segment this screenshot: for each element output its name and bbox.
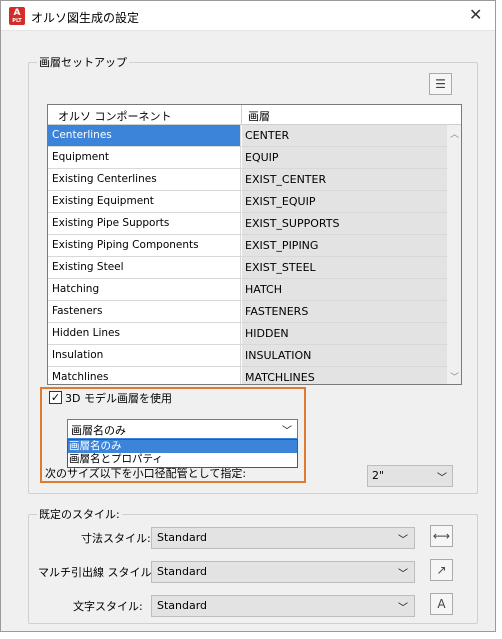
layer-mode-select[interactable]: 画層名のみ ﹀ (67, 419, 298, 439)
layer-value: HIDDEN (245, 327, 289, 340)
table-row[interactable]: Existing SteelEXIST_STEEL﹀ (48, 257, 447, 279)
use-3d-layer-label: 3D モデル画層を使用 (65, 392, 172, 405)
layer-value: INSULATION (245, 349, 312, 362)
table-row[interactable]: InsulationINSULATION﹀ (48, 345, 447, 367)
table-row[interactable]: Existing CenterlinesEXIST_CENTER﹀ (48, 169, 447, 191)
layer-select[interactable]: INSULATION﹀ (242, 345, 447, 366)
layer-value: EQUIP (245, 151, 279, 164)
text-style-icon[interactable]: A (430, 593, 453, 615)
table-row[interactable]: EquipmentEQUIP﹀ (48, 147, 447, 169)
component-cell[interactable]: Existing Centerlines (48, 169, 241, 190)
component-cell[interactable]: Matchlines (48, 367, 241, 384)
table-header: オルソ コンポーネント 画層 (48, 105, 461, 125)
table-row[interactable]: Existing Pipe SupportsEXIST_SUPPORTS﹀ (48, 213, 447, 235)
layer-select[interactable]: MATCHLINES﹀ (242, 367, 447, 384)
mleader-style-select[interactable]: Standard ﹀ (151, 561, 415, 583)
layer-value: FASTENERS (245, 305, 309, 318)
scroll-up-icon[interactable]: ︿ (450, 127, 459, 140)
layer-mode-dropdown-list: 画層名のみ 画層名とプロパティ (67, 439, 298, 468)
mleader-style-label: マルチ引出線 スタイル: (38, 566, 156, 579)
component-cell[interactable]: Existing Pipe Supports (48, 213, 241, 234)
component-layer-table: オルソ コンポーネント 画層 CenterlinesCENTER﹀Equipme… (47, 104, 462, 385)
table-row[interactable]: Existing Piping ComponentsEXIST_PIPING﹀ (48, 235, 447, 257)
small-pipe-size-value: 2" (372, 469, 385, 482)
layer-select[interactable]: EXIST_STEEL﹀ (242, 257, 447, 278)
text-style-select[interactable]: Standard ﹀ (151, 595, 415, 617)
text-style-value: Standard (157, 599, 208, 612)
component-cell[interactable]: Equipment (48, 147, 241, 168)
component-cell[interactable]: Centerlines (48, 125, 241, 146)
component-cell[interactable]: Hatching (48, 279, 241, 300)
dimension-style-icon[interactable]: ⟷ (430, 525, 453, 547)
layer-select[interactable]: EXIST_CENTER﹀ (242, 169, 447, 190)
table-scrollbar[interactable]: ︿ ﹀ (447, 125, 461, 384)
close-icon[interactable]: ✕ (469, 5, 482, 24)
text-style-label: 文字スタイル: (73, 600, 143, 613)
column-header-component[interactable]: オルソ コンポーネント (58, 108, 172, 124)
chevron-down-icon: ﹀ (398, 569, 408, 580)
chevron-down-icon: ﹀ (398, 603, 408, 614)
layer-mode-option[interactable]: 画層名とプロパティ (68, 453, 297, 466)
layer-properties-icon[interactable]: ☰ (429, 73, 452, 95)
layer-value: HATCH (245, 283, 282, 296)
component-cell[interactable]: Existing Equipment (48, 191, 241, 212)
layer-select[interactable]: FASTENERS﹀ (242, 301, 447, 322)
table-row[interactable]: FastenersFASTENERS﹀ (48, 301, 447, 323)
use-3d-layer-checkbox[interactable]: ✓ (49, 391, 62, 404)
layer-select[interactable]: EXIST_PIPING﹀ (242, 235, 447, 256)
component-cell[interactable]: Existing Steel (48, 257, 241, 278)
layer-value: CENTER (245, 129, 290, 142)
layer-select[interactable]: EXIST_SUPPORTS﹀ (242, 213, 447, 234)
mleader-style-icon[interactable]: ↗ (430, 559, 453, 581)
layer-select[interactable]: EQUIP﹀ (242, 147, 447, 168)
table-row[interactable]: HatchingHATCH﹀ (48, 279, 447, 301)
layer-value: EXIST_STEEL (245, 261, 316, 274)
layer-select[interactable]: CENTER﹀ (242, 125, 447, 146)
layer-value: MATCHLINES (245, 371, 315, 384)
layer-value: EXIST_CENTER (245, 173, 327, 186)
mleader-style-value: Standard (157, 565, 208, 578)
layer-select[interactable]: HIDDEN﹀ (242, 323, 447, 344)
layer-mode-value: 画層名のみ (71, 424, 126, 437)
table-row[interactable]: Hidden LinesHIDDEN﹀ (48, 323, 447, 345)
dimension-style-value: Standard (157, 531, 208, 544)
layer-select[interactable]: EXIST_EQUIP﹀ (242, 191, 447, 212)
dimension-style-label: 寸法スタイル: (81, 532, 151, 545)
chevron-down-icon: ﹀ (398, 535, 408, 546)
table-row[interactable]: MatchlinesMATCHLINES﹀ (48, 367, 447, 384)
component-cell[interactable]: Insulation (48, 345, 241, 366)
chevron-down-icon: ﹀ (282, 426, 292, 437)
settings-dialog: A PLT オルソ図生成の設定 ✕ 画層セットアップ ☰ オルソ コンポーネント … (0, 0, 496, 632)
title-bar: A PLT オルソ図生成の設定 ✕ (1, 1, 495, 31)
dialog-title: オルソ図生成の設定 (31, 11, 140, 25)
component-cell[interactable]: Existing Piping Components (48, 235, 241, 256)
layer-value: EXIST_PIPING (245, 239, 319, 252)
dimension-style-select[interactable]: Standard ﹀ (151, 527, 415, 549)
default-styles-label: 既定のスタイル: (37, 506, 122, 522)
component-cell[interactable]: Fasteners (48, 301, 241, 322)
layer-mode-option[interactable]: 画層名のみ (68, 440, 297, 453)
layer-value: EXIST_EQUIP (245, 195, 316, 208)
layer-select[interactable]: HATCH﹀ (242, 279, 447, 300)
table-row[interactable]: Existing EquipmentEXIST_EQUIP﹀ (48, 191, 447, 213)
layer-value: EXIST_SUPPORTS (245, 217, 340, 230)
chevron-down-icon: ﹀ (437, 473, 447, 484)
table-row[interactable]: CenterlinesCENTER﹀ (48, 125, 447, 147)
scroll-down-icon[interactable]: ﹀ (450, 370, 459, 383)
autocad-app-icon: A PLT (9, 7, 25, 25)
layer-setup-label: 画層セットアップ (37, 54, 129, 70)
small-pipe-size-select[interactable]: 2" ﹀ (367, 465, 453, 487)
component-cell[interactable]: Hidden Lines (48, 323, 241, 344)
column-header-layer[interactable]: 画層 (248, 108, 270, 124)
